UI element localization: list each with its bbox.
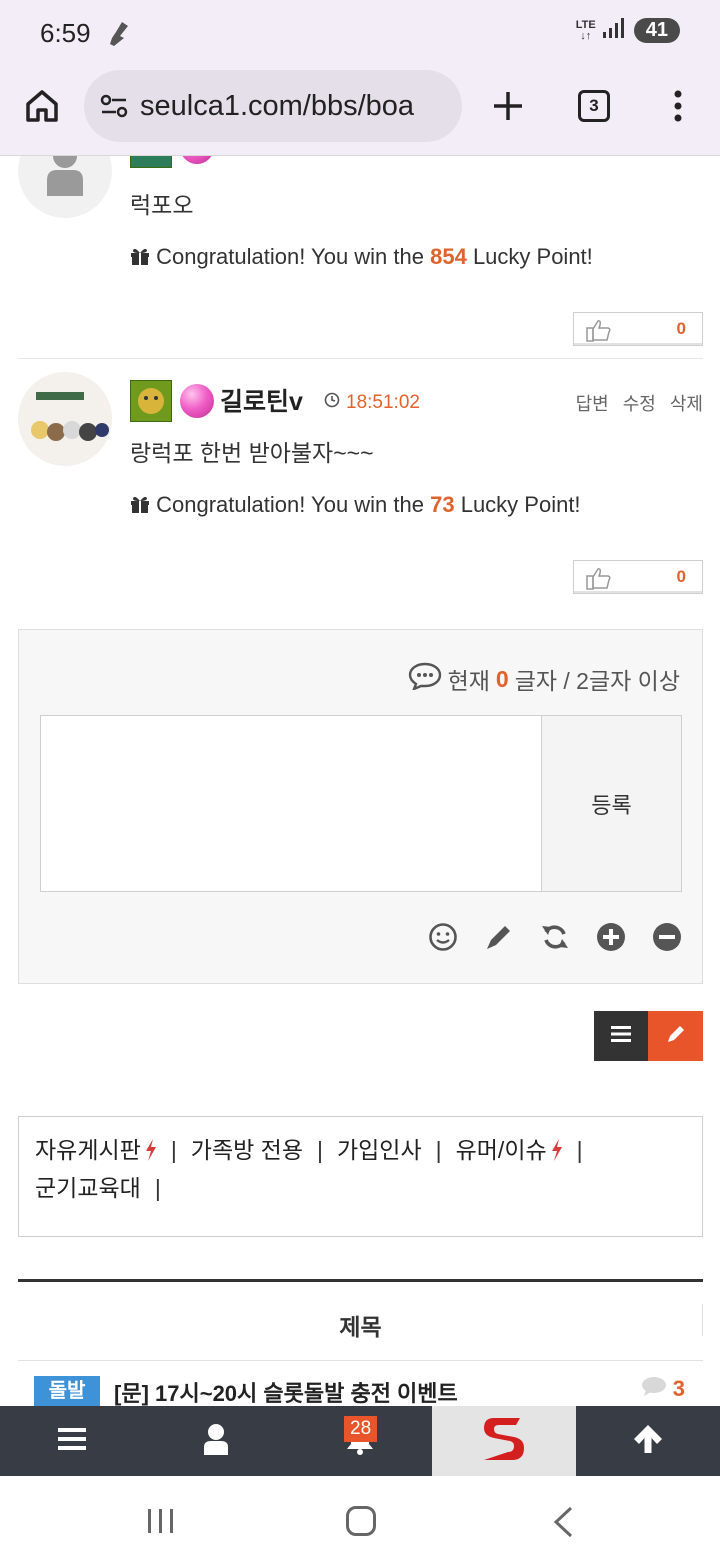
category-links: 자유게시판 | 가족방 전용 | 가입인사 | 유머/이슈 | 군기교육대 | [18,1116,703,1237]
speech-bubble-icon [408,662,442,696]
more-menu-icon[interactable] [664,86,692,126]
comment-actions: 답변 수정 삭제 [576,390,703,416]
divider [18,358,703,359]
avatar[interactable] [18,372,112,466]
back-icon[interactable] [552,1506,574,1543]
lucky-point-value: 73 [430,492,455,517]
post-tag-badge: 돌발 [34,1376,100,1406]
like-button[interactable]: 0 [573,560,703,594]
system-nav-bar [0,1476,720,1560]
char-counter: 현재 0 글자 / 2글자 이상 [408,662,680,696]
status-time: 6:59 [40,18,91,48]
category-link[interactable]: 유머/이슈 [456,1131,563,1169]
like-count: 0 [676,567,686,586]
comment-toolbar [428,922,682,952]
arrow-up-icon [632,1423,664,1460]
separator: | [170,1137,177,1163]
site-logo [482,1414,526,1469]
category-link[interactable]: 군기교육대 [35,1169,141,1207]
level-icon [130,156,172,168]
avatar[interactable] [18,156,112,218]
post-list-item[interactable]: 돌발 [문] 17시~20시 슬롯돌발 충전 이벤트 3 [18,1374,703,1406]
post-table-header: 제목 [18,1279,703,1361]
gesture-icon [108,20,130,53]
comment-item: 길로틴v 18:51:02 답변 수정 삭제 랑럭포 한번 받아불자~~~ Co… [18,368,703,598]
list-icon [610,1025,632,1048]
recent-apps-icon[interactable] [146,1508,176,1539]
site-logo-button[interactable] [432,1406,576,1476]
expand-icon[interactable] [596,922,626,952]
hamburger-icon [57,1427,87,1456]
level-icon [130,380,172,422]
browser-toolbar: seulca1.com/bbs/boa 3 [0,66,720,156]
user-icon [203,1423,229,1460]
home-icon[interactable] [22,86,62,126]
char-count-value: 0 [495,665,509,692]
like-button[interactable]: 0 [573,312,703,346]
tab-switcher-button[interactable]: 3 [578,90,610,122]
system-home-icon[interactable] [346,1506,376,1536]
battery-indicator: 41 [633,18,680,43]
reply-link[interactable]: 답변 [576,390,609,416]
thumbs-up-icon [586,318,612,347]
pencil-icon[interactable] [484,922,514,952]
comment-time: 18:51:02 [324,392,420,414]
notification-badge: 28 [344,1416,378,1442]
refresh-icon[interactable] [540,922,570,952]
comment-textarea[interactable] [40,715,542,892]
signal-icon [602,18,624,43]
clock-icon [324,392,340,414]
menu-button[interactable] [0,1406,144,1476]
url-text: seulca1.com/bbs/boa [140,89,415,122]
site-settings-icon[interactable] [98,90,130,122]
category-link[interactable]: 가입인사 [337,1131,422,1169]
address-bar[interactable]: seulca1.com/bbs/boa [84,70,462,142]
separator: | [435,1137,442,1163]
thumbs-up-icon [586,566,612,595]
write-button[interactable] [648,1011,703,1061]
separator: | [317,1137,323,1163]
post-title[interactable]: [문] 17시~20시 슬롯돌발 충전 이벤트 [114,1376,458,1406]
category-link[interactable]: 가족방 전용 [191,1131,303,1169]
edit-link[interactable]: 수정 [623,390,656,416]
site-bottom-nav: 28 [0,1406,720,1476]
post-comment-count: 3 [641,1376,685,1402]
lucky-point-value: 854 [430,244,467,269]
comment-text: 럭포오 [130,192,194,218]
delete-link[interactable]: 삭제 [670,390,703,416]
hot-bolt-icon [145,1139,156,1161]
scroll-top-button[interactable] [576,1406,720,1476]
grade-icon [180,384,214,418]
column-title: 제목 [339,1314,382,1340]
author-nickname[interactable]: 길로틴v [220,382,303,418]
list-button[interactable] [594,1011,648,1061]
lucky-point-message: Congratulation! You win the 854 Lucky Po… [130,244,593,270]
collapse-icon[interactable] [652,922,682,952]
separator: | [154,1175,161,1201]
pencil-icon [665,1023,687,1050]
comment-item: 럭포오 Congratulation! You win the 854 Luck… [18,156,703,356]
page-content: 럭포오 Congratulation! You win the 854 Luck… [0,156,720,1406]
comment-text: 랑럭포 한번 받아불자~~~ [130,440,374,466]
submit-comment-button[interactable]: 등록 [541,715,682,892]
comment-form: 현재 0 글자 / 2글자 이상 등록 [18,629,703,984]
hot-bolt-icon [551,1139,562,1161]
status-bar: 6:59 LTE ↓↑ 41 [0,0,720,66]
like-count: 0 [676,319,686,338]
emoticon-icon[interactable] [428,922,458,952]
category-link[interactable]: 자유게시판 [35,1131,157,1169]
profile-button[interactable] [144,1406,288,1476]
new-tab-icon[interactable] [488,86,528,126]
network-type: LTE ↓↑ [575,18,596,42]
divider [702,1304,703,1336]
notifications-button[interactable]: 28 [288,1406,432,1476]
comment-bubble-icon [641,1376,667,1402]
grade-icon [180,156,214,164]
gift-icon [130,244,156,269]
lucky-point-message: Congratulation! You win the 73 Lucky Poi… [130,492,581,518]
separator: | [576,1137,583,1163]
gift-icon [130,492,156,517]
